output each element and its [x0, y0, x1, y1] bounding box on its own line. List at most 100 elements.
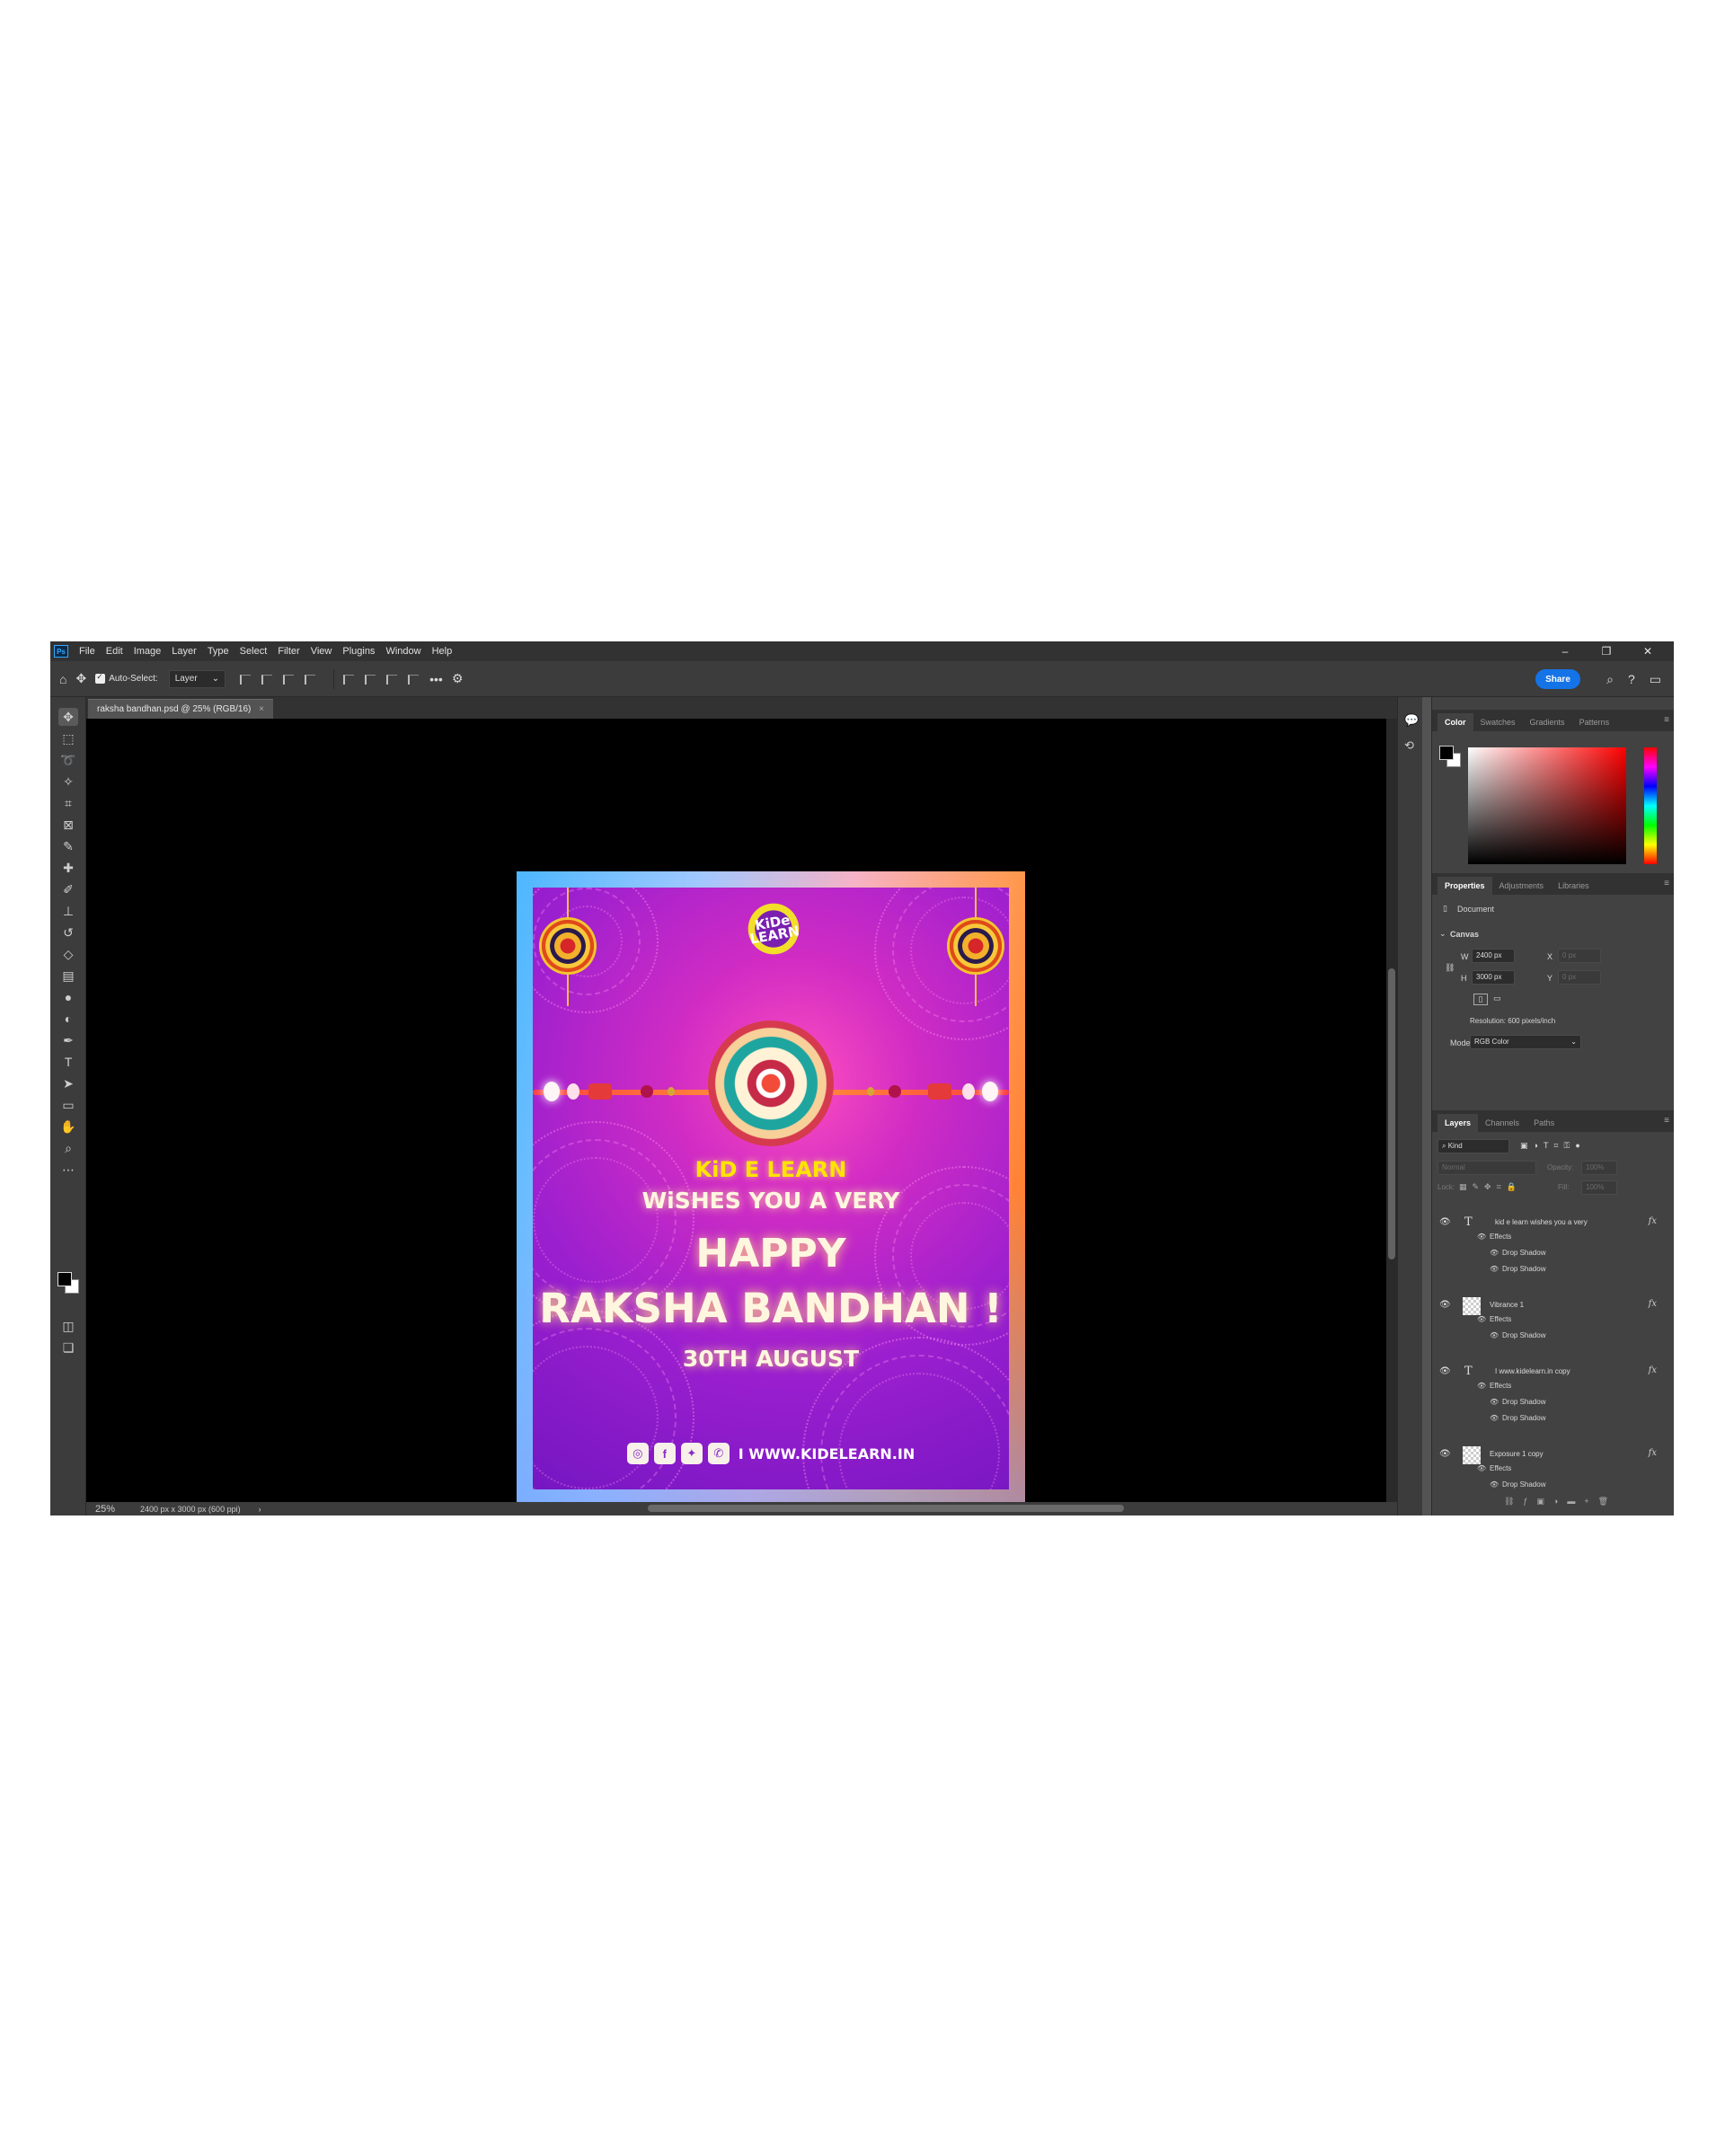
- visibility-eye-icon[interactable]: 👁: [1490, 1331, 1499, 1339]
- history-brush-tool-icon[interactable]: ↺: [58, 923, 78, 941]
- menu-file[interactable]: File: [74, 646, 101, 657]
- scrollbar-thumb[interactable]: [1388, 968, 1395, 1259]
- layer-row[interactable]: 👁 T I www.kidelearn.in copy fx: [1432, 1364, 1668, 1380]
- fx-icon[interactable]: fx: [1649, 1365, 1657, 1375]
- tab-gradients[interactable]: Gradients: [1523, 713, 1572, 731]
- document-tab[interactable]: raksha bandhan.psd @ 25% (RGB/16) ×: [88, 699, 273, 719]
- move-tool-icon[interactable]: ✥: [58, 708, 78, 726]
- visibility-eye-icon[interactable]: 👁: [1477, 1315, 1486, 1323]
- path-selection-tool-icon[interactable]: ➤: [58, 1074, 78, 1092]
- blend-mode-select[interactable]: Normal: [1438, 1161, 1536, 1175]
- menu-edit[interactable]: Edit: [101, 646, 128, 657]
- height-input[interactable]: 3000 px: [1472, 970, 1515, 985]
- align-center-icon[interactable]: [260, 673, 273, 685]
- menu-help[interactable]: Help: [427, 646, 458, 657]
- landscape-orientation-icon[interactable]: ▭: [1493, 994, 1501, 1003]
- comments-icon[interactable]: 💬: [1404, 713, 1419, 728]
- tab-channels[interactable]: Channels: [1478, 1114, 1526, 1132]
- close-tab-icon[interactable]: ×: [259, 704, 264, 714]
- history-panel-icon[interactable]: ⟲: [1404, 738, 1414, 753]
- crop-tool-icon[interactable]: ⌗: [58, 794, 78, 812]
- panel-menu-icon[interactable]: ≡: [1664, 1116, 1669, 1126]
- opacity-input[interactable]: 100%: [1581, 1161, 1617, 1175]
- menu-type[interactable]: Type: [202, 646, 234, 657]
- link-icon[interactable]: ⛓: [1445, 963, 1455, 973]
- tab-paths[interactable]: Paths: [1526, 1114, 1561, 1132]
- fx-icon[interactable]: fx: [1649, 1448, 1657, 1458]
- distribute-icon[interactable]: [406, 673, 420, 685]
- layer-filter-icons[interactable]: ▣◑T⌗⚿●: [1520, 1141, 1586, 1151]
- gear-icon[interactable]: ⚙: [452, 671, 464, 686]
- menu-select[interactable]: Select: [234, 646, 273, 657]
- chevron-right-icon[interactable]: ›: [259, 1505, 261, 1514]
- lasso-tool-icon[interactable]: ➰: [58, 751, 78, 769]
- brush-tool-icon[interactable]: ✐: [58, 880, 78, 898]
- healing-brush-tool-icon[interactable]: ✚: [58, 859, 78, 877]
- menu-view[interactable]: View: [305, 646, 338, 657]
- search-icon[interactable]: ⌕: [1606, 672, 1614, 687]
- visibility-eye-icon[interactable]: 👁: [1490, 1398, 1499, 1406]
- visibility-eye-icon[interactable]: 👁: [1490, 1265, 1499, 1273]
- hue-slider[interactable]: [1644, 747, 1657, 864]
- auto-select-checkbox[interactable]: Auto-Select:: [95, 672, 158, 684]
- effect-drop-shadow[interactable]: Drop Shadow: [1502, 1414, 1545, 1422]
- portrait-orientation-icon[interactable]: ▯: [1473, 994, 1488, 1005]
- dodge-tool-icon[interactable]: ◐: [58, 1010, 78, 1028]
- align-right-icon[interactable]: [281, 673, 295, 685]
- foreground-color-swatch[interactable]: [58, 1272, 72, 1286]
- tab-swatches[interactable]: Swatches: [1473, 713, 1523, 731]
- share-button[interactable]: Share: [1535, 669, 1580, 689]
- auto-select-dropdown[interactable]: Layer ⌄: [168, 669, 226, 688]
- close-button[interactable]: ✕: [1627, 645, 1668, 658]
- zoom-tool-icon[interactable]: ⌕: [58, 1139, 78, 1157]
- vertical-scrollbar[interactable]: [1386, 719, 1397, 1502]
- tab-libraries[interactable]: Libraries: [1551, 877, 1597, 895]
- visibility-eye-icon[interactable]: 👁: [1439, 1366, 1451, 1376]
- fx-icon[interactable]: fx: [1649, 1216, 1657, 1226]
- visibility-eye-icon[interactable]: 👁: [1477, 1464, 1486, 1472]
- tab-patterns[interactable]: Patterns: [1572, 713, 1617, 731]
- menu-window[interactable]: Window: [380, 646, 426, 657]
- home-icon[interactable]: ⌂: [59, 672, 66, 686]
- tab-properties[interactable]: Properties: [1438, 877, 1492, 895]
- marquee-tool-icon[interactable]: ⬚: [58, 729, 78, 747]
- visibility-eye-icon[interactable]: 👁: [1477, 1382, 1486, 1390]
- lock-icons[interactable]: ▦✎✥⌗🔒: [1459, 1182, 1522, 1192]
- layers-footer-buttons[interactable]: ⛓ƒ▣◑▬+🗑: [1504, 1497, 1617, 1507]
- visibility-eye-icon[interactable]: 👁: [1439, 1217, 1451, 1227]
- layer-row[interactable]: 👁 Vibrance 1 fx: [1432, 1297, 1668, 1315]
- align-top-icon[interactable]: [341, 673, 355, 685]
- type-tool-icon[interactable]: T: [58, 1053, 78, 1071]
- color-picker-field[interactable]: [1468, 747, 1626, 864]
- eraser-tool-icon[interactable]: ◇: [58, 945, 78, 963]
- canvas-area[interactable]: KiDe LEARN KiD E LEARN WiSHES YOU A VERY…: [86, 719, 1386, 1506]
- panel-menu-icon[interactable]: ≡: [1664, 715, 1669, 725]
- workspace-icon[interactable]: ▭: [1650, 672, 1661, 687]
- visibility-eye-icon[interactable]: 👁: [1439, 1449, 1451, 1459]
- visibility-eye-icon[interactable]: 👁: [1490, 1249, 1499, 1257]
- y-input[interactable]: 0 px: [1558, 970, 1601, 985]
- layer-row[interactable]: 👁 Exposure 1 copy fx: [1432, 1446, 1668, 1464]
- move-tool-preset-icon[interactable]: ✥: [75, 671, 86, 686]
- rectangle-tool-icon[interactable]: ▭: [58, 1096, 78, 1114]
- align-bottom-icon[interactable]: [385, 673, 398, 685]
- effect-drop-shadow[interactable]: Drop Shadow: [1502, 1331, 1545, 1339]
- horizontal-scrollbar-thumb[interactable]: [648, 1505, 1124, 1512]
- foreground-color-chip[interactable]: [1439, 746, 1454, 760]
- align-vertical-icon[interactable]: [303, 673, 316, 685]
- fill-input[interactable]: 100%: [1581, 1180, 1617, 1195]
- pen-tool-icon[interactable]: ✒: [58, 1031, 78, 1049]
- gradient-tool-icon[interactable]: ▤: [58, 967, 78, 985]
- frame-tool-icon[interactable]: ⊠: [58, 816, 78, 834]
- visibility-eye-icon[interactable]: 👁: [1490, 1480, 1499, 1489]
- effect-drop-shadow[interactable]: Drop Shadow: [1502, 1265, 1545, 1273]
- menu-plugins[interactable]: Plugins: [337, 646, 380, 657]
- screen-mode-icon[interactable]: ❏: [58, 1339, 78, 1356]
- width-input[interactable]: 2400 px: [1472, 949, 1515, 963]
- fx-icon[interactable]: fx: [1649, 1299, 1657, 1309]
- blur-tool-icon[interactable]: ●: [58, 988, 78, 1006]
- visibility-eye-icon[interactable]: 👁: [1477, 1233, 1486, 1241]
- edit-toolbar-icon[interactable]: ⋯: [58, 1161, 78, 1179]
- x-input[interactable]: 0 px: [1558, 949, 1601, 963]
- menu-filter[interactable]: Filter: [272, 646, 305, 657]
